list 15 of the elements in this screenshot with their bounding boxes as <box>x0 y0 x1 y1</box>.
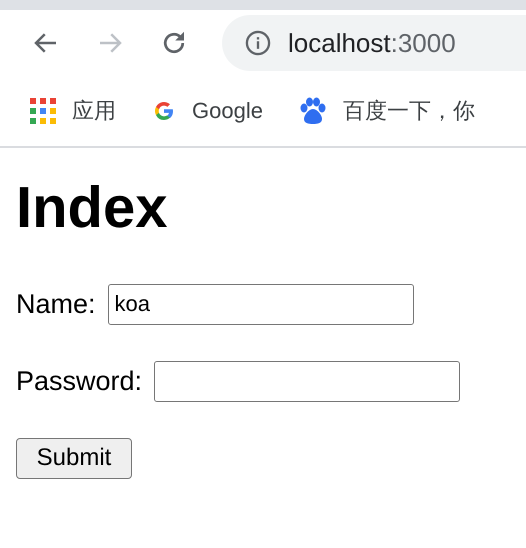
field-label: Name: <box>16 288 96 320</box>
input-field[interactable] <box>154 360 460 402</box>
url-text: localhost:3000 <box>288 28 456 58</box>
bookmark-item[interactable]: 应用 <box>30 96 116 126</box>
address-bar[interactable]: localhost:3000 <box>222 15 526 71</box>
field-label: Password: <box>16 366 142 397</box>
submit-button[interactable]: Submit <box>16 438 132 479</box>
bookmark-item[interactable]: 百度一下，你 <box>298 96 475 126</box>
google-icon <box>152 99 176 123</box>
apps-grid-icon <box>30 98 56 124</box>
info-icon <box>244 29 272 57</box>
page-heading: Index <box>16 176 168 240</box>
bookmark-item[interactable]: Google <box>152 98 263 124</box>
paw-icon <box>298 97 327 125</box>
input-field[interactable]: koa <box>108 284 414 325</box>
